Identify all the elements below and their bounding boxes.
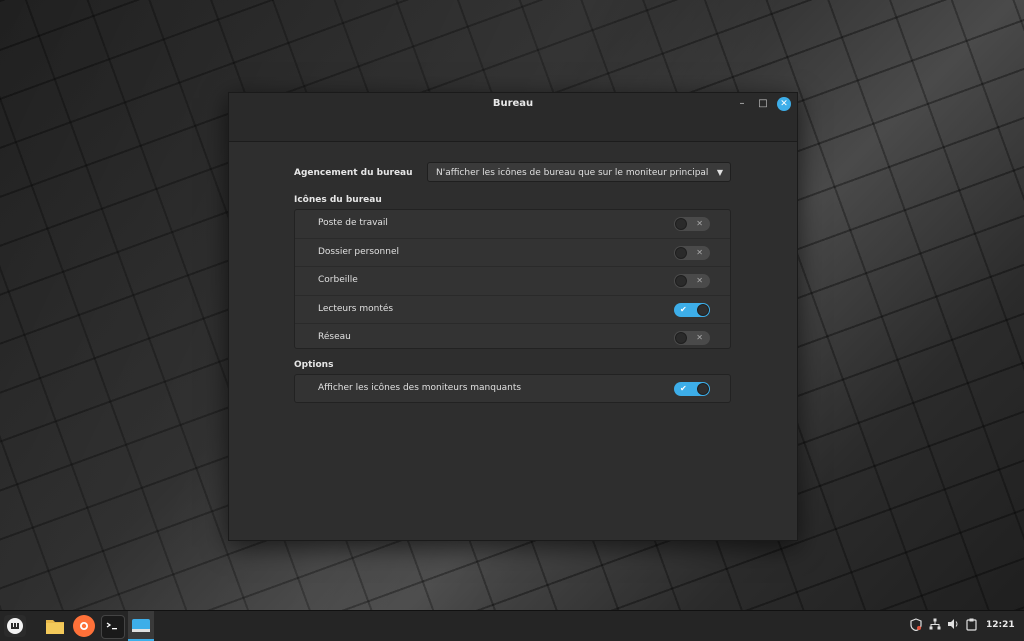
toggle-knob xyxy=(697,303,709,316)
item-label: Dossier personnel xyxy=(318,246,400,257)
list-item-mounted-drives: Lecteurs montés ✔ xyxy=(295,296,730,325)
list-item-network: Réseau ✕ xyxy=(295,324,730,352)
desktop-icons-title: Icônes du bureau xyxy=(294,195,382,205)
options-title: Options xyxy=(294,360,334,370)
list-item-missing-monitors: Afficher les icônes des moniteurs manqua… xyxy=(295,375,730,403)
layout-dropdown[interactable]: N'afficher les icônes de bureau que sur … xyxy=(427,162,731,182)
toggle-knob xyxy=(675,275,687,288)
mounted-drives-toggle[interactable]: ✔ xyxy=(674,302,710,317)
shield-icon[interactable] xyxy=(910,618,922,634)
taskbar: 12:21 xyxy=(0,610,1024,641)
toggle-off-icon: ✕ xyxy=(696,247,703,257)
toggle-knob xyxy=(675,246,687,259)
toggle-knob xyxy=(675,332,687,345)
volume-icon[interactable] xyxy=(947,618,960,633)
list-item-trash: Corbeille ✕ xyxy=(295,267,730,296)
window-title: Bureau xyxy=(492,98,534,109)
chevron-down-icon: ▼ xyxy=(716,168,723,177)
desktop-icons-list: Poste de travail ✕ Dossier personnel ✕ C… xyxy=(294,209,731,349)
network-toggle[interactable]: ✕ xyxy=(674,331,710,346)
options-list: Afficher les icônes des moniteurs manqua… xyxy=(294,374,731,403)
maximize-button[interactable]: □ xyxy=(756,97,770,111)
toggle-off-icon: ✕ xyxy=(696,276,703,286)
computer-toggle[interactable]: ✕ xyxy=(674,217,710,231)
close-button[interactable]: ✕ xyxy=(777,97,791,111)
desktop-icon[interactable] xyxy=(130,615,152,637)
list-item-home: Dossier personnel ✕ xyxy=(295,239,730,268)
toggle-off-icon: ✕ xyxy=(696,219,703,228)
bureau-settings-window: Bureau – □ ✕ Agencement du bureau N'affi… xyxy=(228,92,798,541)
item-label: Réseau xyxy=(318,332,351,343)
missing-monitors-toggle[interactable]: ✔ xyxy=(674,382,710,396)
clipboard-icon[interactable] xyxy=(966,618,977,634)
terminal-icon[interactable] xyxy=(101,615,125,639)
toggle-on-icon: ✔ xyxy=(680,304,687,314)
home-toggle[interactable]: ✕ xyxy=(674,245,710,260)
layout-dropdown-value: N'afficher les icônes de bureau que sur … xyxy=(436,168,709,178)
list-item-computer: Poste de travail ✕ xyxy=(295,210,730,239)
item-label: Poste de travail xyxy=(318,218,388,228)
trash-toggle[interactable]: ✕ xyxy=(674,274,710,289)
toggle-on-icon: ✔ xyxy=(680,384,687,393)
layout-label: Agencement du bureau xyxy=(294,168,413,178)
toggle-off-icon: ✕ xyxy=(696,333,703,343)
item-label: Lecteurs montés xyxy=(318,303,394,314)
mint-menu-icon[interactable] xyxy=(4,615,26,637)
item-label: Afficher les icônes des moniteurs manqua… xyxy=(318,383,522,393)
clock[interactable]: 12:21 xyxy=(986,620,1015,630)
firefox-icon[interactable] xyxy=(73,615,95,637)
files-icon[interactable] xyxy=(44,615,66,637)
network-icon[interactable] xyxy=(929,618,941,633)
toggle-knob xyxy=(697,383,709,395)
title-bar[interactable]: Bureau – □ ✕ xyxy=(229,93,797,142)
toggle-knob xyxy=(675,218,687,230)
item-label: Corbeille xyxy=(318,275,358,286)
minimize-button[interactable]: – xyxy=(735,97,749,111)
